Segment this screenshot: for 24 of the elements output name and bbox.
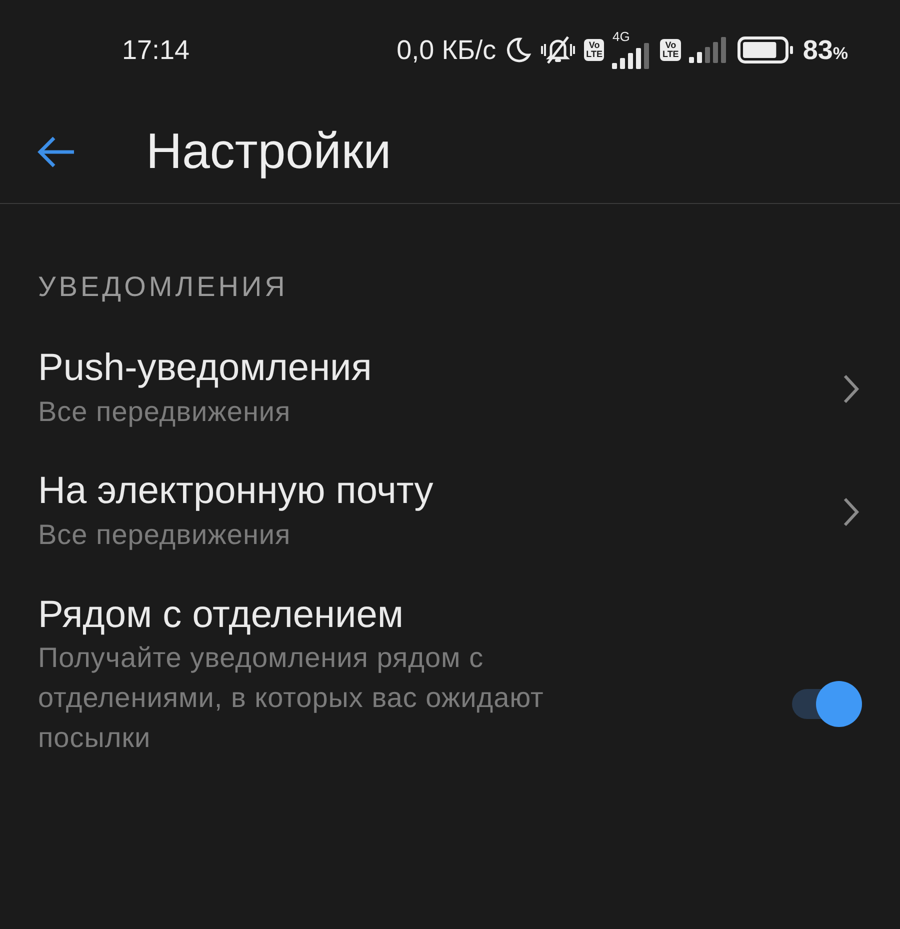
battery-percent: 83% <box>802 34 848 67</box>
volte-badge: Vo LTE <box>660 39 681 61</box>
volte-badge: Vo LTE <box>584 39 604 61</box>
item-subtitle: Получайте уведомления рядом с отделениями, в которых вас ожидают посылки <box>38 641 545 755</box>
item-title: На электронную почту <box>38 469 434 514</box>
item-subtitle: Все передвижения <box>38 518 292 552</box>
settings-item[interactable]: На электронную почту Все передвижения <box>38 469 862 555</box>
muted-bell-icon <box>540 35 576 65</box>
section-heading: УВЕДОМЛЕНИЯ <box>38 270 289 304</box>
signal-icon <box>688 37 729 63</box>
item-subtitle: Все передвижения <box>38 394 292 429</box>
toggle-switch[interactable] <box>790 681 862 728</box>
page-title: Настройки <box>146 122 392 181</box>
battery-icon <box>736 36 795 64</box>
item-title: Push-уведомления <box>38 346 373 391</box>
chevron-right-icon <box>842 496 860 528</box>
settings-item[interactable]: Рядом с отделением Получайте уведомления рядом с отделениями, в которых вас ожидают посылки <box>38 592 862 758</box>
moon-icon <box>504 36 532 64</box>
chevron-right-icon <box>842 372 860 405</box>
settings-item[interactable]: Push-уведомления Все передвижения <box>38 346 862 432</box>
status-time: 17:14 <box>122 34 190 67</box>
item-title: Рядом с отделением <box>38 592 404 638</box>
network-speed: 0,0 КБ/с <box>396 34 496 67</box>
network-type-label: 4G <box>612 31 630 43</box>
